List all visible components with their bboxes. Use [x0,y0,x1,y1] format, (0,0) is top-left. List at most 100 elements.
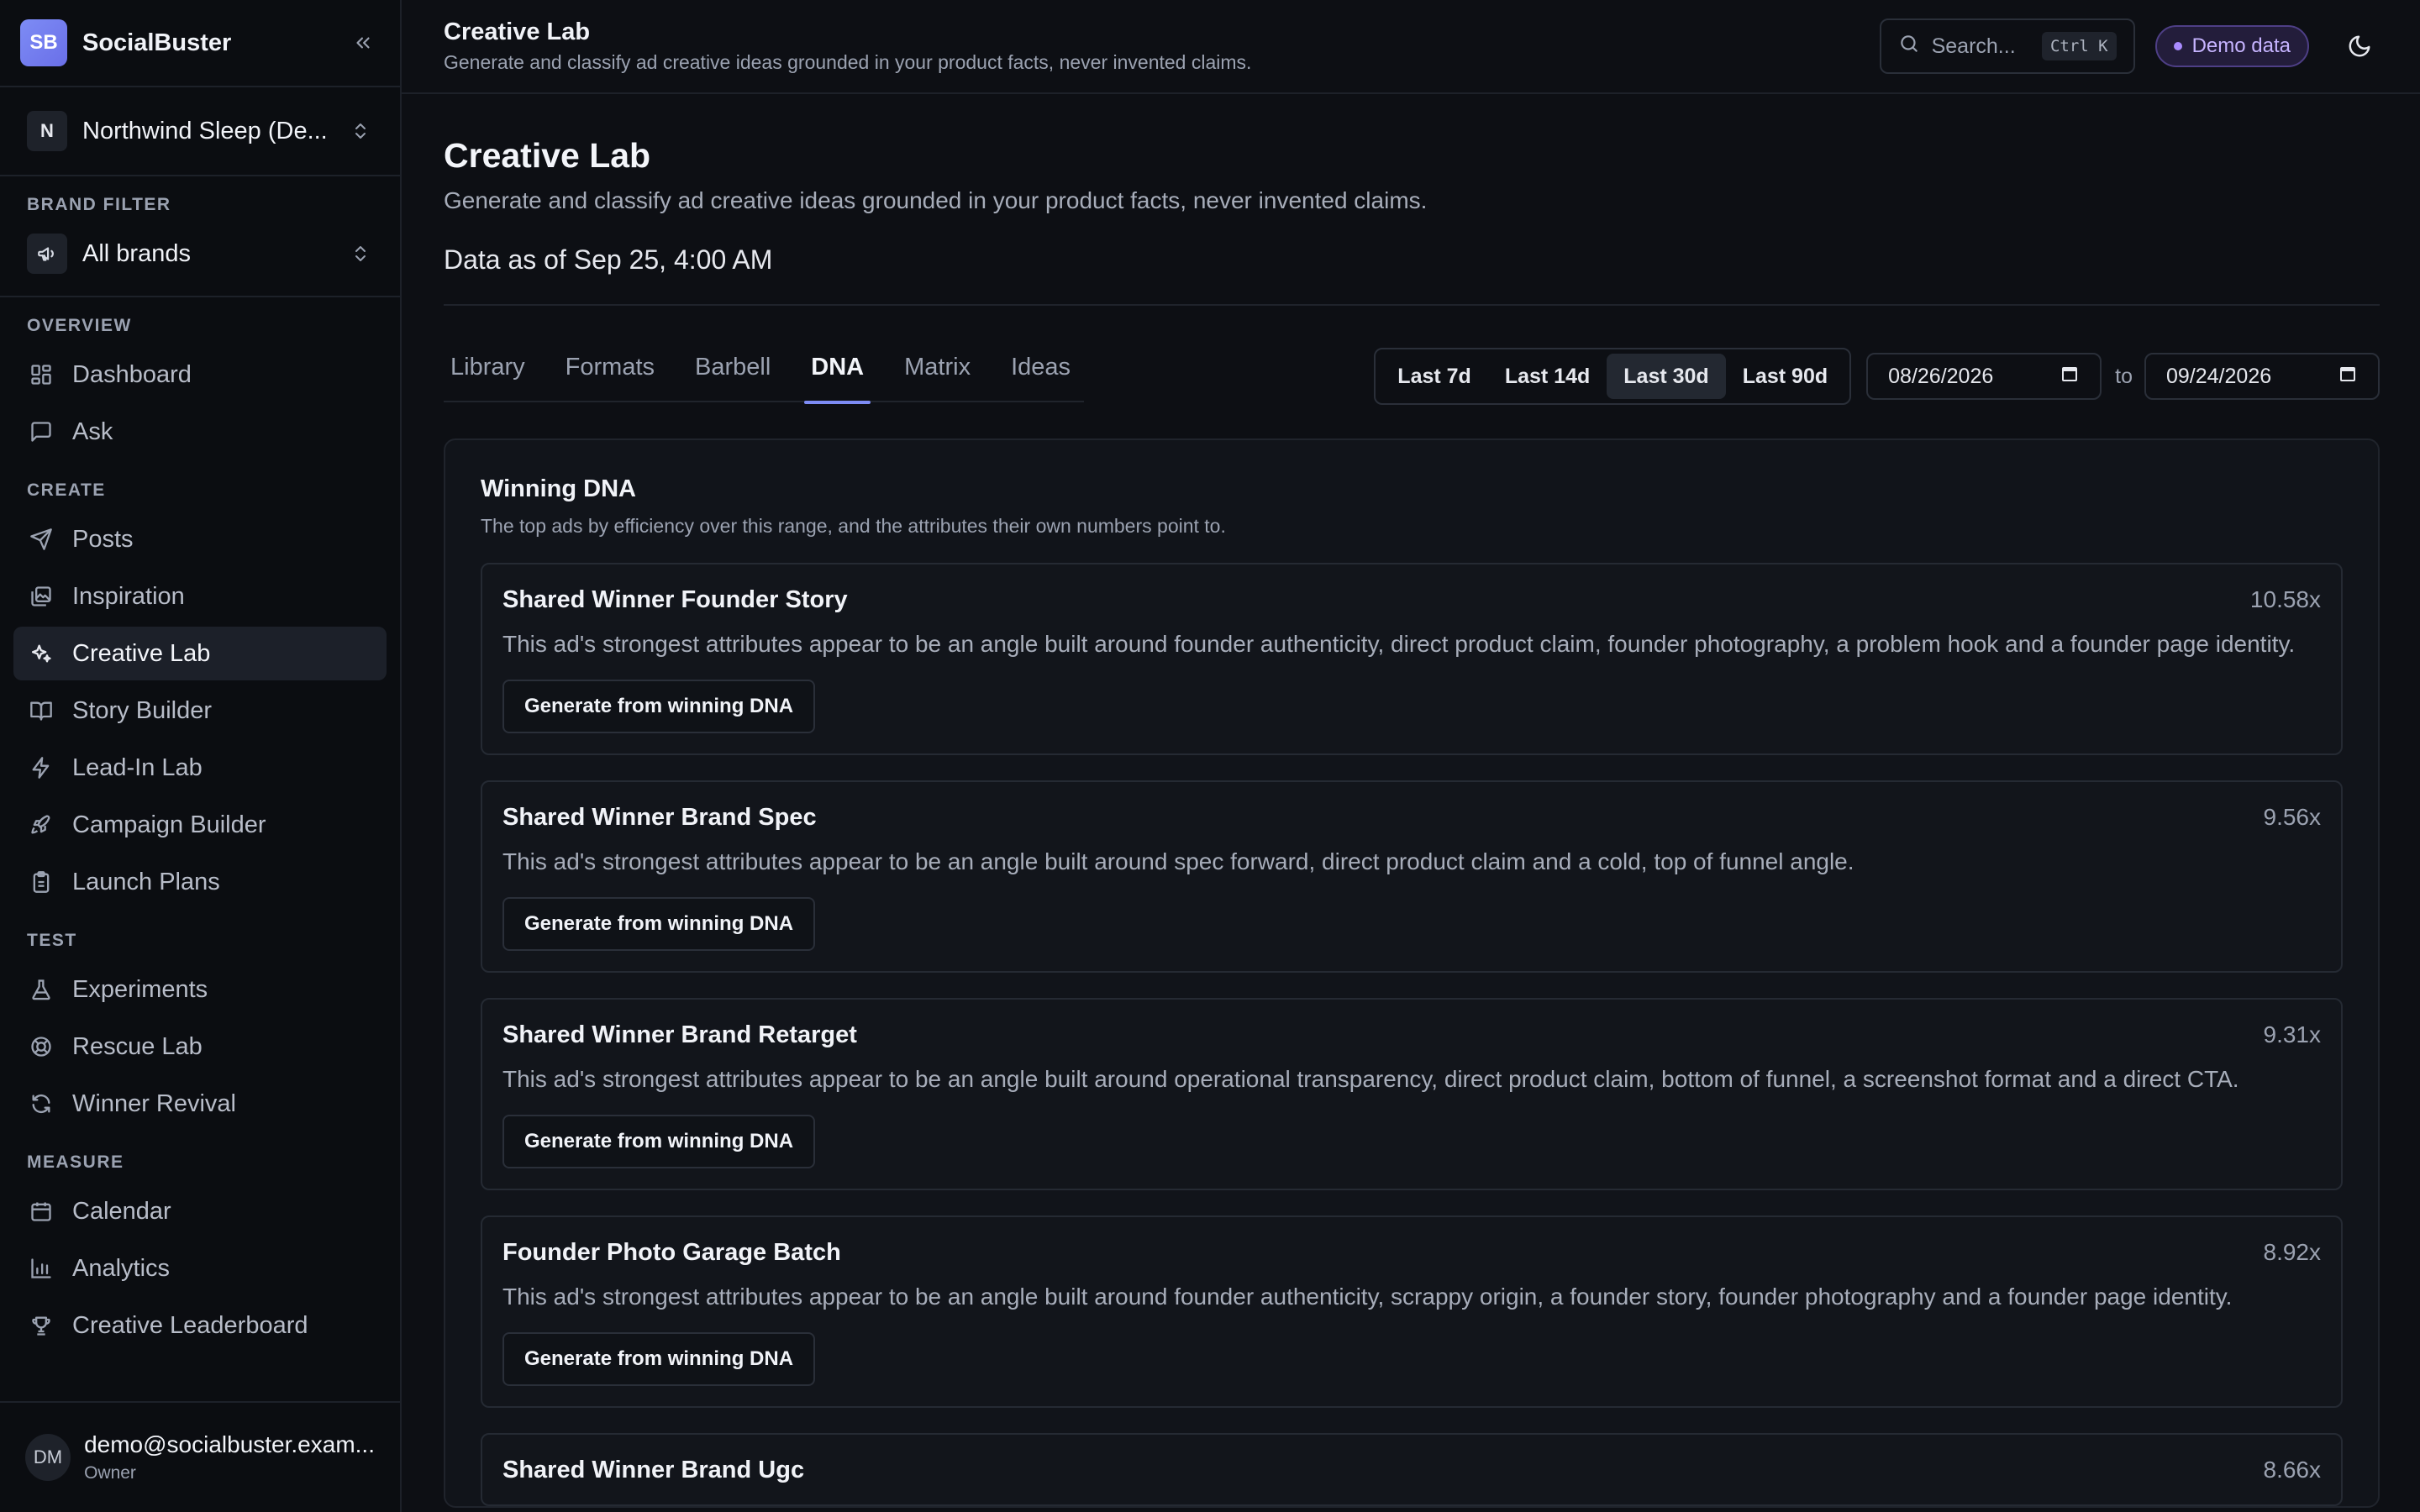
chevron-up-down-icon [348,242,373,265]
search-placeholder: Search... [1931,34,2016,58]
brand-filter-select[interactable]: All brands [27,234,373,274]
panel-title: Winning DNA [481,475,636,502]
avatar: DM [25,1434,71,1481]
page-content: Creative Lab Generate and classify ad cr… [402,94,2420,1512]
sidebar-item-dashboard[interactable]: Dashboard [13,348,387,402]
user-menu[interactable]: DM demo@socialbuster.exam... Owner [0,1401,400,1512]
sidebar-item-campaign-builder[interactable]: Campaign Builder [13,798,387,852]
workspace-name: Northwind Sleep (De... [82,117,328,144]
megaphone-icon [27,234,67,274]
book-open-icon [27,696,55,725]
tab-ideas[interactable]: Ideas [1004,350,1077,402]
tabs-toolbar: Library Formats Barbell DNA Matrix Ideas… [444,348,2380,405]
user-info: demo@socialbuster.exam... Owner [84,1431,375,1483]
tab-dna[interactable]: DNA [804,350,871,404]
life-buoy-icon [27,1032,55,1061]
date-range-separator: to [2115,364,2133,388]
sidebar-item-lead-in-lab[interactable]: Lead-In Lab [13,741,387,795]
generate-from-dna-button[interactable]: Generate from winning DNA [502,1115,816,1168]
workspace-switcher[interactable]: N Northwind Sleep (De... [0,87,400,176]
card-header: Shared Winner Brand Spec 9.56x [502,804,2321,832]
nav-section-test: TEST Experiments Rescue Lab Winner Reviv… [13,931,387,1131]
sidebar-item-creative-lab[interactable]: Creative Lab [13,627,387,680]
sidebar-item-launch-plans[interactable]: Launch Plans [13,855,387,909]
card-header: Founder Photo Garage Batch 8.92x [502,1239,2321,1267]
topbar-title: Creative Lab [444,18,591,45]
sidebar-item-label: Story Builder [72,696,213,724]
clipboard-icon [27,868,55,896]
page-title: Creative Lab [444,136,651,175]
sidebar-item-winner-revival[interactable]: Winner Revival [13,1077,387,1131]
user-role: Owner [84,1463,136,1483]
range-30d-button[interactable]: Last 30d [1607,354,1726,399]
sidebar-item-posts[interactable]: Posts [13,512,387,566]
topbar-titles: Creative Lab Generate and classify ad cr… [444,18,1880,74]
sidebar-item-inspiration[interactable]: Inspiration [13,570,387,623]
dna-card: Founder Photo Garage Batch 8.92x This ad… [481,1215,2343,1408]
winning-dna-panel: Winning DNA The top ads by efficiency ov… [444,438,2380,1508]
sidebar-item-creative-leaderboard[interactable]: Creative Leaderboard [13,1299,387,1352]
nav-section-label: CREATE [27,480,106,500]
tab-library[interactable]: Library [444,350,532,402]
sidebar-item-story-builder[interactable]: Story Builder [13,684,387,738]
sidebar-item-label: Creative Lab [72,639,211,667]
collapse-sidebar-icon[interactable] [346,26,380,60]
tab-matrix[interactable]: Matrix [897,350,977,402]
sidebar-item-rescue-lab[interactable]: Rescue Lab [13,1020,387,1074]
demo-data-badge[interactable]: Demo data [2154,25,2309,67]
sidebar-item-label: Lead-In Lab [72,753,203,781]
app-name: SocialBuster [82,29,232,56]
moon-icon[interactable] [2339,26,2380,66]
app-logo[interactable]: SB [20,19,67,66]
sidebar-item-label: Ask [72,417,113,445]
card-description: This ad's strongest attributes appear to… [502,848,1854,874]
card-header: Shared Winner Brand Retarget 9.31x [502,1021,2321,1049]
sidebar-item-label: Campaign Builder [72,811,266,838]
card-title: Shared Winner Brand Retarget [502,1021,857,1048]
range-14d-button[interactable]: Last 14d [1488,354,1607,399]
sidebar-item-label: Creative Leaderboard [72,1311,308,1339]
calendar-icon [2060,364,2080,390]
tab-barbell[interactable]: Barbell [688,350,777,402]
date-from-input[interactable]: 08/26/2026 [1866,353,2102,400]
dashboard-icon [27,360,55,389]
date-from-value: 08/26/2026 [1888,364,1994,388]
search-shortcut: Ctrl K [2041,32,2117,60]
date-to-input[interactable]: 09/24/2026 [2144,353,2380,400]
bar-chart-icon [27,1254,55,1283]
sidebar-item-label: Rescue Lab [72,1032,203,1060]
main-area: Creative Lab Generate and classify ad cr… [402,0,2420,1512]
card-title: Shared Winner Founder Story [502,586,848,613]
efficiency-score: 8.92x [2263,1239,2322,1265]
workspace-avatar: N [27,111,67,151]
card-title: Shared Winner Brand Ugc [502,1457,805,1483]
date-range-presets: Last 7d Last 14d Last 30d Last 90d [1374,348,1852,405]
sidebar-item-experiments[interactable]: Experiments [13,963,387,1016]
divider [444,304,2380,306]
sidebar-item-analytics[interactable]: Analytics [13,1242,387,1295]
efficiency-score: 9.31x [2263,1021,2322,1047]
sidebar-item-ask[interactable]: Ask [13,405,387,459]
sidebar-item-label: Launch Plans [72,868,220,895]
sidebar-header: SB SocialBuster [0,0,400,87]
panel-subtitle: The top ads by efficiency over this rang… [481,515,1226,537]
generate-from-dna-button[interactable]: Generate from winning DNA [502,680,816,733]
images-icon [27,582,55,611]
card-header: Shared Winner Brand Ugc 8.66x [502,1457,2321,1484]
brand-filter: BRAND FILTER All brands [0,176,400,297]
card-description: This ad's strongest attributes appear to… [502,631,2296,657]
search-input[interactable]: Search... Ctrl K [1879,18,2135,74]
generate-from-dna-button[interactable]: Generate from winning DNA [502,897,816,951]
sidebar-item-calendar[interactable]: Calendar [13,1184,387,1238]
sparkles-icon [27,639,55,668]
efficiency-score: 9.56x [2263,804,2322,830]
efficiency-score: 8.66x [2263,1457,2322,1483]
efficiency-score: 10.58x [2249,586,2321,612]
range-90d-button[interactable]: Last 90d [1726,354,1844,399]
nav-section-label: MEASURE [27,1152,124,1172]
tab-formats[interactable]: Formats [559,350,661,402]
calendar-icon [27,1197,55,1226]
range-7d-button[interactable]: Last 7d [1381,354,1488,399]
generate-from-dna-button[interactable]: Generate from winning DNA [502,1332,816,1386]
sidebar-item-label: Experiments [72,975,208,1003]
